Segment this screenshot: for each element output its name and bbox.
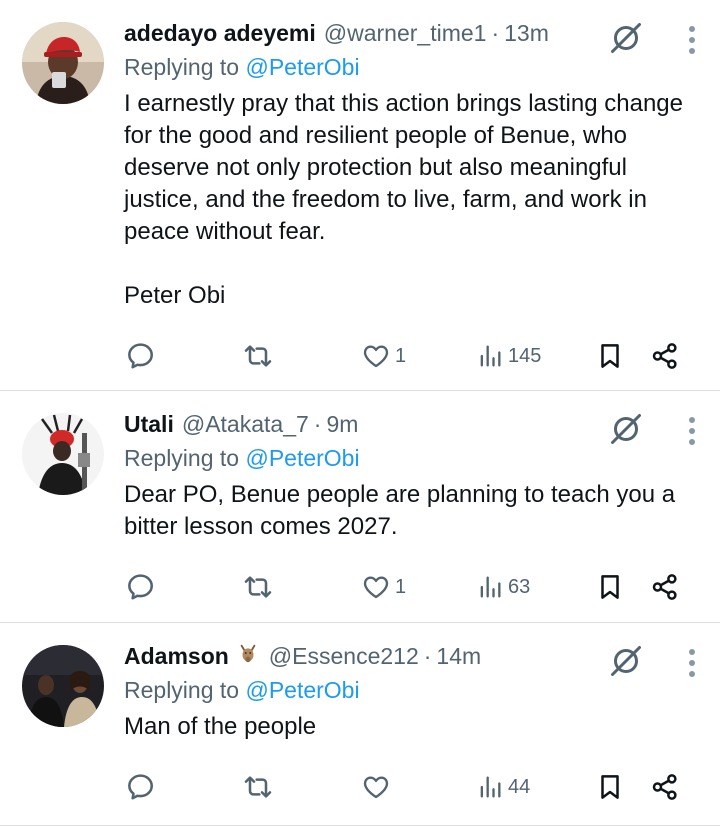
timestamp[interactable]: 14m xyxy=(436,643,481,670)
retweet-icon xyxy=(242,771,274,803)
action-bar: 44 xyxy=(124,767,700,807)
user-handle[interactable]: @warner_time1 xyxy=(324,20,487,47)
reply-icon xyxy=(124,771,156,803)
reply-tweet[interactable]: Adamson @Essence212 · 14m Replying to @P… xyxy=(0,623,720,826)
views-icon xyxy=(476,773,504,801)
replying-to: Replying to @PeterObi xyxy=(124,445,700,475)
bookmark-button[interactable] xyxy=(595,767,625,807)
heart-icon xyxy=(361,341,391,371)
tweet-text: Dear PO, Benue people are planning to te… xyxy=(124,481,682,540)
heart-icon xyxy=(361,572,391,602)
tweet-text: I earnestly pray that this action brings… xyxy=(124,90,683,309)
tweet-text: Man of the people xyxy=(124,713,317,740)
timestamp[interactable]: 13m xyxy=(504,20,549,47)
like-count: 1 xyxy=(395,575,407,598)
like-count: 1 xyxy=(395,344,407,367)
retweet-button[interactable] xyxy=(242,336,274,376)
bookmark-button[interactable] xyxy=(595,567,625,607)
share-button[interactable] xyxy=(650,767,680,807)
share-icon xyxy=(650,772,680,802)
share-button[interactable] xyxy=(650,567,680,607)
replying-to: Replying to @PeterObi xyxy=(124,677,700,707)
display-name[interactable]: adedayo adeyemi xyxy=(124,20,316,47)
replies-feed: adedayo adeyemi @warner_time1 · 13m Repl… xyxy=(0,0,720,826)
separator-dot: · xyxy=(423,642,432,669)
mention-link[interactable]: @PeterObi xyxy=(245,54,359,80)
reply-icon xyxy=(124,340,156,372)
action-bar: 1 145 xyxy=(124,336,700,376)
like-button[interactable]: 1 xyxy=(361,336,406,376)
share-icon xyxy=(650,341,680,371)
views-button[interactable]: 44 xyxy=(476,767,530,807)
grok-icon[interactable] xyxy=(608,411,644,447)
goat-emoji xyxy=(237,642,261,670)
like-button[interactable] xyxy=(361,767,395,807)
grok-icon[interactable] xyxy=(608,643,644,679)
avatar[interactable] xyxy=(22,645,104,727)
bookmark-button[interactable] xyxy=(595,336,625,376)
share-icon xyxy=(650,572,680,602)
action-bar: 1 63 xyxy=(124,567,700,607)
avatar[interactable] xyxy=(22,22,104,104)
reply-tweet[interactable]: Utali @Atakata_7 · 9m Replying to @Peter… xyxy=(0,391,720,623)
display-name[interactable]: Adamson xyxy=(124,643,229,670)
avatar[interactable] xyxy=(22,413,104,495)
more-vertical-icon[interactable] xyxy=(688,26,696,56)
replying-to-label: Replying to xyxy=(124,445,246,471)
like-button[interactable]: 1 xyxy=(361,567,406,607)
more-vertical-icon[interactable] xyxy=(688,417,696,447)
view-count: 63 xyxy=(508,575,531,598)
user-handle[interactable]: @Atakata_7 xyxy=(182,411,309,438)
reply-tweet[interactable]: adedayo adeyemi @warner_time1 · 13m Repl… xyxy=(0,0,720,391)
retweet-icon xyxy=(242,340,274,372)
retweet-button[interactable] xyxy=(242,767,274,807)
separator-dot: · xyxy=(313,410,322,437)
grok-icon[interactable] xyxy=(608,20,644,56)
retweet-icon xyxy=(242,571,274,603)
mention-link[interactable]: @PeterObi xyxy=(245,445,359,471)
replying-to: Replying to @PeterObi xyxy=(124,54,700,84)
views-icon xyxy=(476,342,504,370)
reply-button[interactable] xyxy=(124,336,156,376)
replying-to-label: Replying to xyxy=(124,54,246,80)
bookmark-icon xyxy=(595,772,625,802)
share-button[interactable] xyxy=(650,336,680,376)
views-button[interactable]: 145 xyxy=(476,336,541,376)
mention-link[interactable]: @PeterObi xyxy=(245,677,359,703)
display-name[interactable]: Utali xyxy=(124,411,174,438)
view-count: 44 xyxy=(508,775,531,798)
user-handle[interactable]: @Essence212 xyxy=(269,643,419,670)
bookmark-icon xyxy=(595,341,625,371)
timestamp[interactable]: 9m xyxy=(326,411,358,438)
reply-button[interactable] xyxy=(124,767,156,807)
views-icon xyxy=(476,573,504,601)
reply-icon xyxy=(124,571,156,603)
retweet-button[interactable] xyxy=(242,567,274,607)
separator-dot: · xyxy=(491,19,500,46)
heart-icon xyxy=(361,772,391,802)
more-vertical-icon[interactable] xyxy=(688,649,696,679)
reply-button[interactable] xyxy=(124,567,156,607)
bookmark-icon xyxy=(595,572,625,602)
view-count: 145 xyxy=(508,344,542,367)
views-button[interactable]: 63 xyxy=(476,567,530,607)
replying-to-label: Replying to xyxy=(124,677,246,703)
